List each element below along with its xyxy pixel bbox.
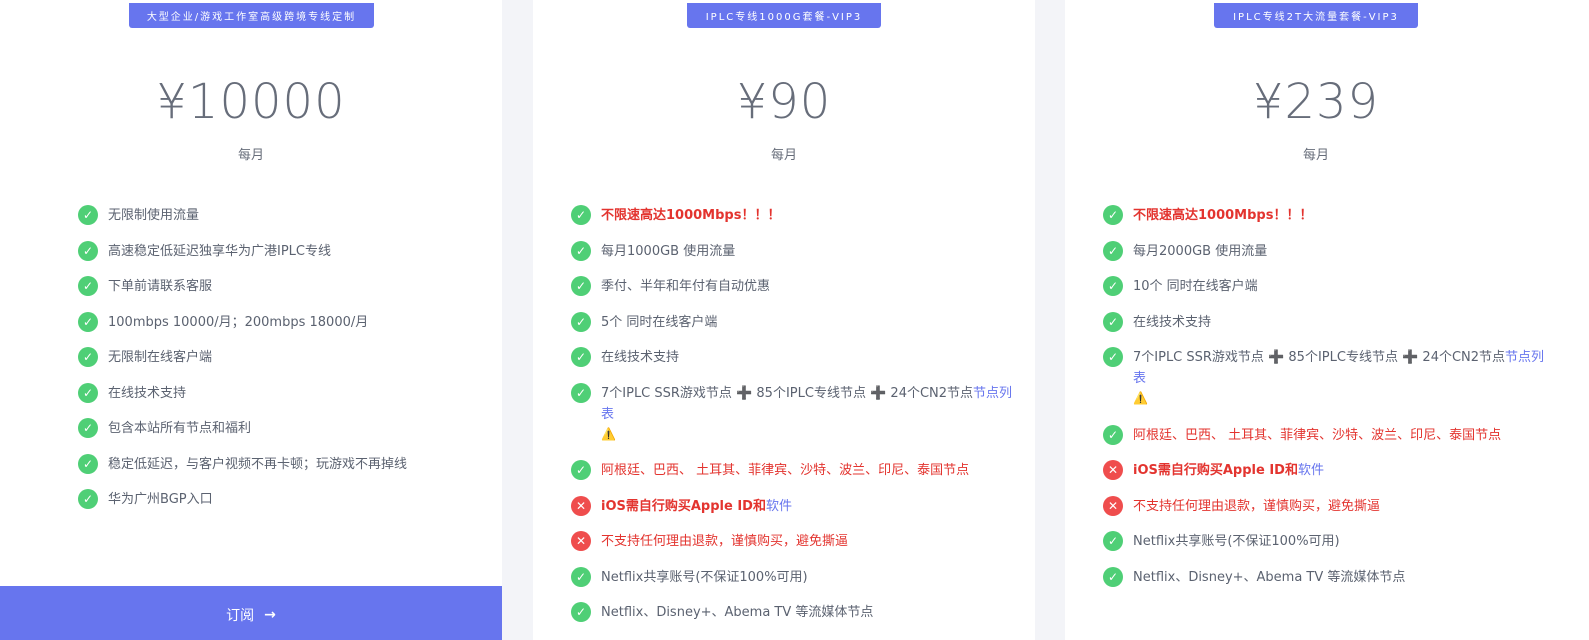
plan-card-enterprise: 大型企业/游戏工作室高级跨境专线定制 ¥10000 每月 ✓ 无限制使用流量 ✓… xyxy=(0,0,502,640)
plan-price: ¥10000 xyxy=(156,74,346,130)
check-circle-icon: ✓ xyxy=(78,241,98,261)
x-circle-icon: ✕ xyxy=(571,496,591,516)
check-circle-icon: ✓ xyxy=(78,418,98,438)
plan-card-vip3-2t: IPLC专线2T大流量套餐-VIP3 ¥239 每月 ✓ 不限速高达1000Mb… xyxy=(1065,0,1567,640)
plan-card-vip3-1000g: IPLC专线1000G套餐-VIP3 ¥90 每月 ✓ 不限速高达1000Mbp… xyxy=(533,0,1035,640)
feature-item: ✓ 阿根廷、巴西、 土耳其、菲律宾、沙特、波兰、印尼、泰国节点 xyxy=(571,460,1015,481)
plus-icon: ➕ xyxy=(870,386,887,401)
check-circle-icon: ✓ xyxy=(1103,531,1123,551)
feature-item: ✓ Netflix共享账号(不保证100%可用) xyxy=(1103,531,1547,552)
feature-item: ✕ 不支持任何理由退款，谨慎购买，避免撕逼 xyxy=(571,531,1015,552)
check-circle-icon: ✓ xyxy=(571,312,591,332)
check-circle-icon: ✓ xyxy=(571,347,591,367)
check-circle-icon: ✓ xyxy=(1103,241,1123,261)
check-circle-icon: ✓ xyxy=(1103,347,1123,367)
feature-item: ✓ 10个 同时在线客户端 xyxy=(1103,276,1547,297)
check-circle-icon: ✓ xyxy=(78,347,98,367)
feature-item: ✓ 不限速高达1000Mbps！！！ xyxy=(571,205,1015,226)
feature-item: ✓ 每月1000GB 使用流量 xyxy=(571,241,1015,262)
software-link[interactable]: 软件 xyxy=(766,499,792,514)
software-link[interactable]: 软件 xyxy=(1298,463,1324,478)
check-circle-icon: ✓ xyxy=(571,241,591,261)
feature-item: ✓ Netflix、Disney+、Abema TV 等流媒体节点 xyxy=(571,602,1015,623)
feature-item: ✕ iOS需自行购买Apple ID和软件 xyxy=(1103,460,1547,481)
feature-item: ✓ 华为广州BGP入口 xyxy=(78,489,482,510)
check-circle-icon: ✓ xyxy=(571,383,591,403)
feature-item: ✓ 稳定低延迟，与客户视频不再卡顿；玩游戏不再掉线 xyxy=(78,454,482,475)
x-circle-icon: ✕ xyxy=(571,531,591,551)
feature-item: ✓ 季付、半年和年付有自动优惠 xyxy=(571,276,1015,297)
feature-item: ✓ 包含本站所有节点和福利 xyxy=(78,418,482,439)
check-circle-icon: ✓ xyxy=(571,460,591,480)
check-circle-icon: ✓ xyxy=(78,383,98,403)
warning-icon: ⚠️ xyxy=(601,427,616,441)
plan-price: ¥90 xyxy=(736,74,832,130)
check-circle-icon: ✓ xyxy=(1103,425,1123,445)
feature-item: ✓ 下单前请联系客服 xyxy=(78,276,482,297)
plus-icon: ➕ xyxy=(736,386,753,401)
feature-item: ✕ iOS需自行购买Apple ID和软件 xyxy=(571,496,1015,517)
feature-item: ✓ 7个IPLC SSR游戏节点 ➕ 85个IPLC专线节点 ➕ 24个CN2节… xyxy=(1103,347,1547,407)
plan-period: 每月 xyxy=(770,148,797,163)
feature-item: ✓ Netflix、Disney+、Abema TV 等流媒体节点 xyxy=(1103,567,1547,588)
feature-item: ✓ 在线技术支持 xyxy=(78,383,482,404)
feature-item: ✓ 100mbps 10000/月；200mbps 18000/月 xyxy=(78,312,482,333)
plan-card-partial xyxy=(1566,0,1589,640)
check-circle-icon: ✓ xyxy=(1103,205,1123,225)
feature-item: ✓ 每月2000GB 使用流量 xyxy=(1103,241,1547,262)
check-circle-icon: ✓ xyxy=(78,489,98,509)
feature-item: ✓ Netflix共享账号(不保证100%可用) xyxy=(571,567,1015,588)
check-circle-icon: ✓ xyxy=(1103,567,1123,587)
x-circle-icon: ✕ xyxy=(1103,496,1123,516)
feature-item: ✓ 高速稳定低延迟独享华为广港IPLC专线 xyxy=(78,241,482,262)
check-circle-icon: ✓ xyxy=(571,567,591,587)
feature-item: ✓ 在线技术支持 xyxy=(1103,312,1547,333)
check-circle-icon: ✓ xyxy=(571,276,591,296)
plus-icon: ➕ xyxy=(1268,350,1285,365)
check-circle-icon: ✓ xyxy=(571,205,591,225)
x-circle-icon: ✕ xyxy=(1103,460,1123,480)
warning-icon: ⚠️ xyxy=(1133,391,1148,405)
check-circle-icon: ✓ xyxy=(1103,276,1123,296)
feature-item: ✓ 7个IPLC SSR游戏节点 ➕ 85个IPLC专线节点 ➕ 24个CN2节… xyxy=(571,383,1015,443)
feature-item: ✓ 阿根廷、巴西、 土耳其、菲律宾、沙特、波兰、印尼、泰国节点 xyxy=(1103,425,1547,446)
plan-badge: IPLC专线1000G套餐-VIP3 xyxy=(687,3,881,28)
subscribe-label: 订阅 xyxy=(226,608,255,624)
plus-icon: ➕ xyxy=(1402,350,1419,365)
arrow-right-icon: → xyxy=(264,607,276,623)
plan-badge: IPLC专线2T大流量套餐-VIP3 xyxy=(1214,3,1418,28)
plan-period: 每月 xyxy=(237,148,264,163)
check-circle-icon: ✓ xyxy=(78,454,98,474)
plan-period: 每月 xyxy=(1302,148,1329,163)
feature-item: ✓ 在线技术支持 xyxy=(571,347,1015,368)
feature-item: ✓ 不限速高达1000Mbps！！！ xyxy=(1103,205,1547,226)
check-circle-icon: ✓ xyxy=(78,312,98,332)
check-circle-icon: ✓ xyxy=(571,602,591,622)
check-circle-icon: ✓ xyxy=(78,276,98,296)
check-circle-icon: ✓ xyxy=(78,205,98,225)
subscribe-button[interactable]: 订阅 → xyxy=(0,586,502,640)
plan-badge: 大型企业/游戏工作室高级跨境专线定制 xyxy=(129,3,374,28)
feature-item: ✓ 无限制在线客户端 xyxy=(78,347,482,368)
plan-price: ¥239 xyxy=(1252,74,1380,130)
check-circle-icon: ✓ xyxy=(1103,312,1123,332)
feature-item: ✕ 不支持任何理由退款，谨慎购买，避免撕逼 xyxy=(1103,496,1547,517)
feature-item: ✓ 5个 同时在线客户端 xyxy=(571,312,1015,333)
feature-item: ✓ 无限制使用流量 xyxy=(78,205,482,226)
